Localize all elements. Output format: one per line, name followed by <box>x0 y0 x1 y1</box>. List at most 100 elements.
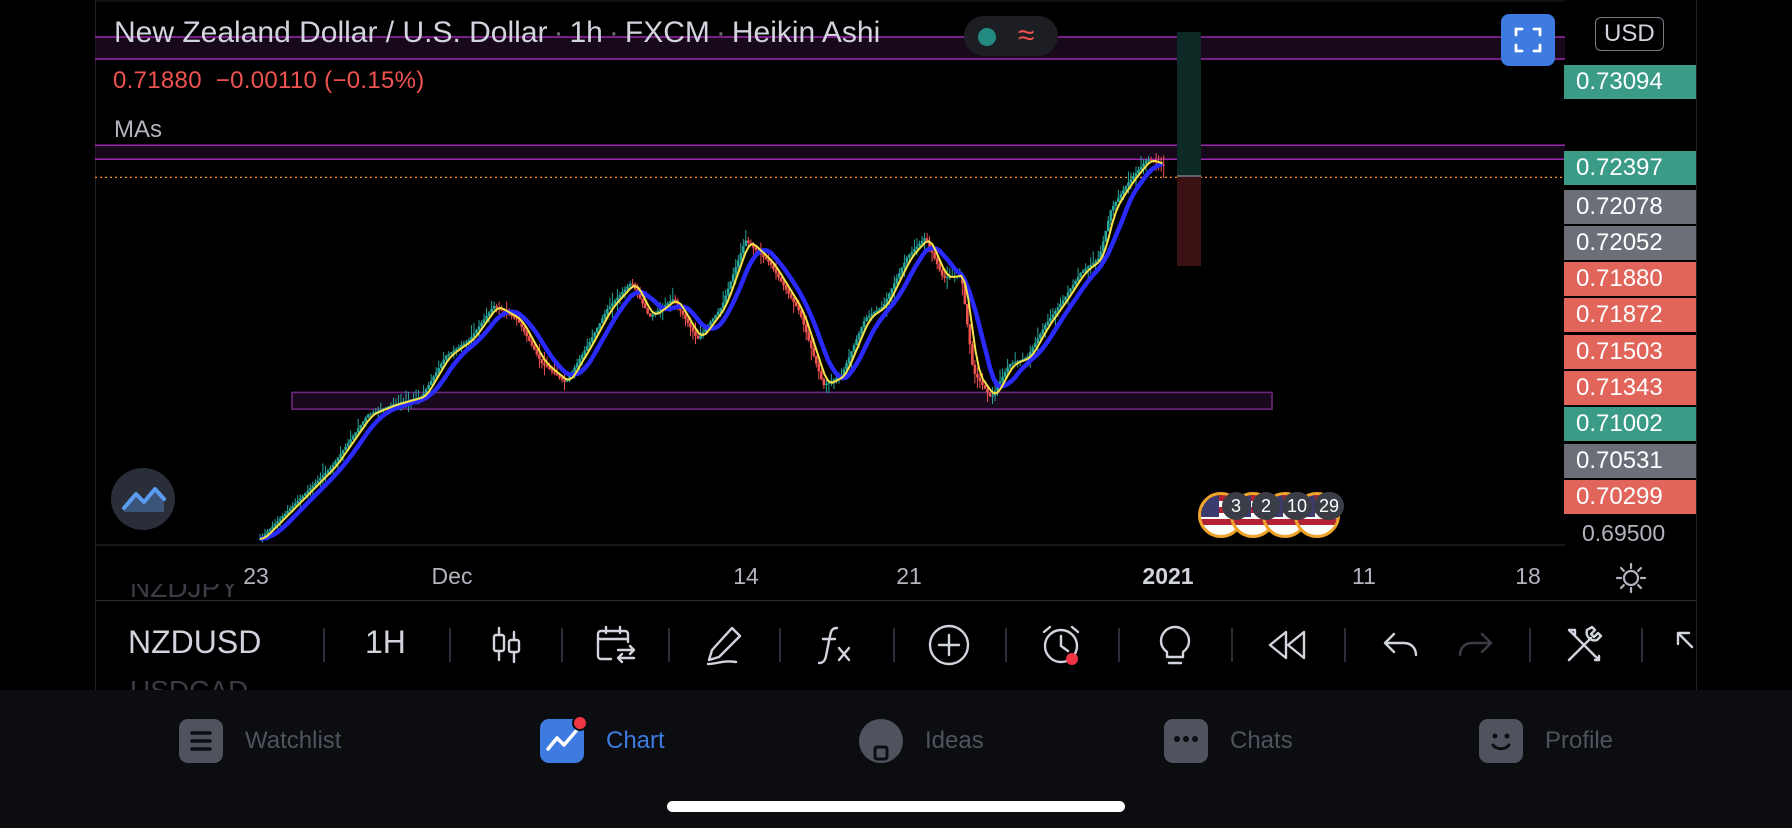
fullscreen-icon <box>1514 27 1542 53</box>
candle-body <box>966 304 969 325</box>
price-axis-label[interactable]: 0.70299 <box>1564 480 1696 514</box>
candle-body <box>1006 367 1009 373</box>
add-plus-icon[interactable] <box>926 622 972 668</box>
candle-body <box>870 313 873 316</box>
candle-body <box>1054 310 1057 315</box>
legend-price: 0.71880 −0.00110 (−0.15%) <box>113 67 425 95</box>
candle-body <box>447 353 451 356</box>
candle-body <box>598 323 602 328</box>
candle-body <box>983 385 987 389</box>
candle-body <box>291 505 295 509</box>
nav-label-chart: Chart <box>606 727 665 754</box>
time-axis-label: Dec <box>431 563 473 589</box>
price-axis-tick: 0.69500 <box>1582 520 1666 546</box>
nav-chart[interactable]: Chart <box>540 715 665 766</box>
currency-badge[interactable]: USD <box>1595 17 1664 51</box>
candle-body <box>606 309 609 314</box>
indicators-fx-icon[interactable] <box>813 622 859 668</box>
position-stop-zone <box>1177 175 1201 266</box>
candle-body <box>429 380 433 386</box>
indicator-legend[interactable]: MAs <box>114 116 162 144</box>
toolbar-divider <box>779 628 781 662</box>
price-axis-label[interactable]: 0.72397 <box>1564 151 1696 185</box>
economic-events[interactable]: 3 2 10 29 <box>1198 492 1348 540</box>
price-axis-label[interactable]: 0.70531 <box>1564 444 1696 478</box>
candle-body <box>1139 166 1143 170</box>
candle-body <box>1003 372 1007 377</box>
candle-body <box>686 318 690 324</box>
candle-body <box>724 295 727 303</box>
nav-profile[interactable]: Profile <box>1479 716 1613 766</box>
candle-body <box>314 483 317 486</box>
candle-body <box>434 372 438 377</box>
candle-body <box>439 363 443 369</box>
toolbar-divider <box>449 628 451 662</box>
ghost-symbol-prev: NZDJPY <box>130 584 239 602</box>
legend-exchange: FXCM <box>624 16 710 49</box>
replay-rewind-icon[interactable] <box>1264 622 1310 668</box>
price-axis-label[interactable]: 0.71503 <box>1564 335 1696 369</box>
candle-body <box>898 273 901 279</box>
candle-body <box>900 267 904 274</box>
gear-icon[interactable] <box>1614 561 1648 595</box>
price-axis-label[interactable]: 0.72052 <box>1564 226 1696 260</box>
tradingview-logo-button[interactable] <box>111 468 175 530</box>
candle-body <box>482 319 486 323</box>
market-status-pill[interactable]: ≈ <box>964 16 1058 56</box>
price-axis-label[interactable]: 0.71343 <box>1564 371 1696 405</box>
expand-arrow-icon[interactable] <box>1672 622 1697 668</box>
price-axis-label[interactable]: 0.73094 <box>1564 65 1696 99</box>
candle-body <box>1084 268 1087 271</box>
nav-chats[interactable]: Chats <box>1164 716 1293 766</box>
horizontal-levels[interactable] <box>95 144 1565 178</box>
candle-body <box>354 432 357 436</box>
candle-body <box>523 327 526 332</box>
pen-drawing-icon[interactable] <box>702 622 748 668</box>
candle-body <box>804 324 808 333</box>
redo-icon[interactable] <box>1452 622 1498 668</box>
candle-body <box>475 329 478 334</box>
legend-title[interactable]: New Zealand Dollar / U.S. Dollar · 1h · FXCM… <box>114 16 880 50</box>
symbol-selector[interactable]: NZDUSD <box>128 624 261 661</box>
candle-body <box>1109 210 1113 221</box>
price-axis-label[interactable]: 0.72078 <box>1564 190 1696 224</box>
candle-body <box>578 358 581 364</box>
candle-body <box>812 348 816 356</box>
ideas-lightbulb-icon[interactable] <box>1152 622 1198 668</box>
candle-body <box>621 292 624 295</box>
alert-clock-icon[interactable] <box>1038 622 1084 668</box>
position-tool[interactable] <box>1177 32 1201 266</box>
candle-body <box>890 288 894 294</box>
candle-body <box>774 269 778 274</box>
fullscreen-button[interactable] <box>1501 14 1555 66</box>
candle-body <box>792 297 795 303</box>
candle-body <box>991 395 994 397</box>
time-axis-label: 21 <box>896 563 922 589</box>
nav-ideas[interactable]: Ideas <box>859 716 984 766</box>
candle-body <box>336 457 340 462</box>
candle-style-icon[interactable] <box>483 622 529 668</box>
candle-body <box>847 357 851 364</box>
candle-body <box>326 470 330 473</box>
candle-body <box>711 318 715 322</box>
price-axis-label[interactable]: 0.71880 <box>1564 262 1696 296</box>
nav-watchlist[interactable]: Watchlist <box>179 716 341 766</box>
candle-body <box>611 303 614 307</box>
candle-body <box>754 247 758 250</box>
candle-body <box>351 435 355 440</box>
time-axis-label: 2021 <box>1142 563 1194 589</box>
candle-body <box>689 323 692 328</box>
candle-body <box>1081 270 1085 274</box>
tools-icon[interactable] <box>1561 622 1607 668</box>
candle-body <box>1059 303 1062 308</box>
candle-body <box>298 498 302 501</box>
support-zone[interactable] <box>291 391 1273 410</box>
compare-calendar-icon[interactable] <box>592 622 638 668</box>
interval-selector[interactable]: 1H <box>365 624 406 661</box>
toolbar-divider <box>1005 628 1007 662</box>
price-axis-label[interactable]: 0.71002 <box>1564 407 1696 441</box>
candle-body <box>628 283 632 287</box>
undo-icon[interactable] <box>1378 622 1424 668</box>
candle-body <box>276 521 279 524</box>
price-axis-label[interactable]: 0.71872 <box>1564 298 1696 332</box>
